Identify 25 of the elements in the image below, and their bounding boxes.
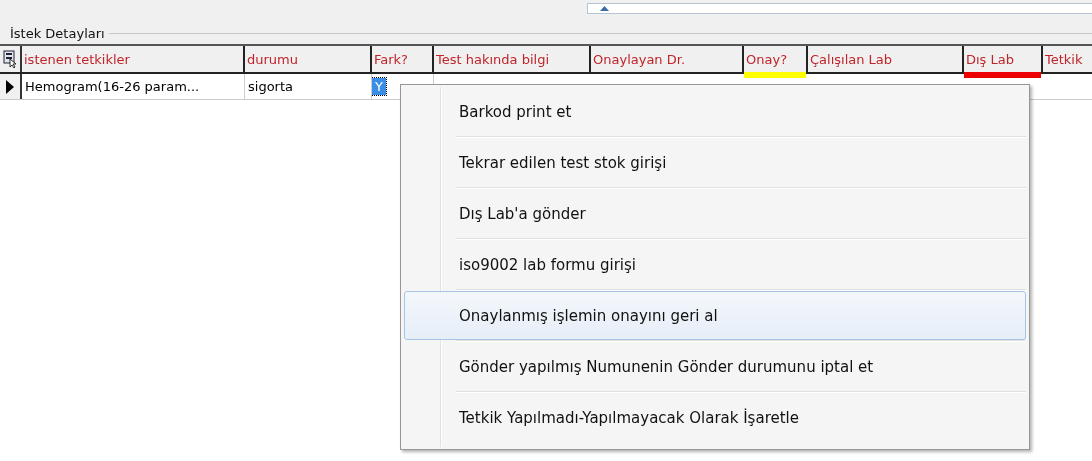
column-header[interactable]: Fark? (372, 51, 409, 67)
column-header[interactable]: Onay? (744, 51, 788, 67)
table-cell[interactable]: Hemogram(16-26 param... (22, 79, 200, 94)
up-arrow-icon[interactable] (600, 6, 609, 11)
column-header[interactable]: Tetkik (1043, 51, 1083, 67)
menu-item[interactable]: Barkod print et (404, 87, 1026, 136)
column-chooser[interactable] (0, 46, 22, 72)
menu-item[interactable]: Gönder yapılmış Numunenin Gönder durumunu iptal et (404, 342, 1026, 391)
menu-item[interactable]: Tekrar edilen test stok girişi (404, 138, 1026, 187)
column-header[interactable]: istenen tetkikler (22, 51, 130, 67)
menu-item[interactable]: Dış Lab'a gönder (404, 189, 1026, 238)
column-header[interactable]: durumu (245, 51, 298, 67)
table-cell[interactable]: sigorta (245, 79, 293, 94)
scroll-bar[interactable] (587, 3, 1092, 14)
table-cell[interactable]: Y (372, 78, 386, 95)
grid-settings-icon (3, 50, 17, 68)
column-header[interactable]: Test hakında bilgi (434, 51, 549, 67)
column-header[interactable]: Çalışılan Lab (808, 51, 893, 67)
column-header[interactable]: Dış Lab (964, 51, 1014, 67)
menu-item[interactable]: iso9002 lab formu girişi (404, 240, 1026, 289)
column-header[interactable]: Onaylayan Dr. (591, 51, 686, 67)
menu-item[interactable]: Onaylanmış işlemin onayını geri al (404, 291, 1026, 340)
current-row-arrow-icon (6, 79, 14, 94)
menu-item[interactable]: Tetkik Yapılmadı-Yapılmayacak Olarak İşaretle (404, 393, 1026, 442)
row-indicator[interactable] (0, 74, 22, 99)
